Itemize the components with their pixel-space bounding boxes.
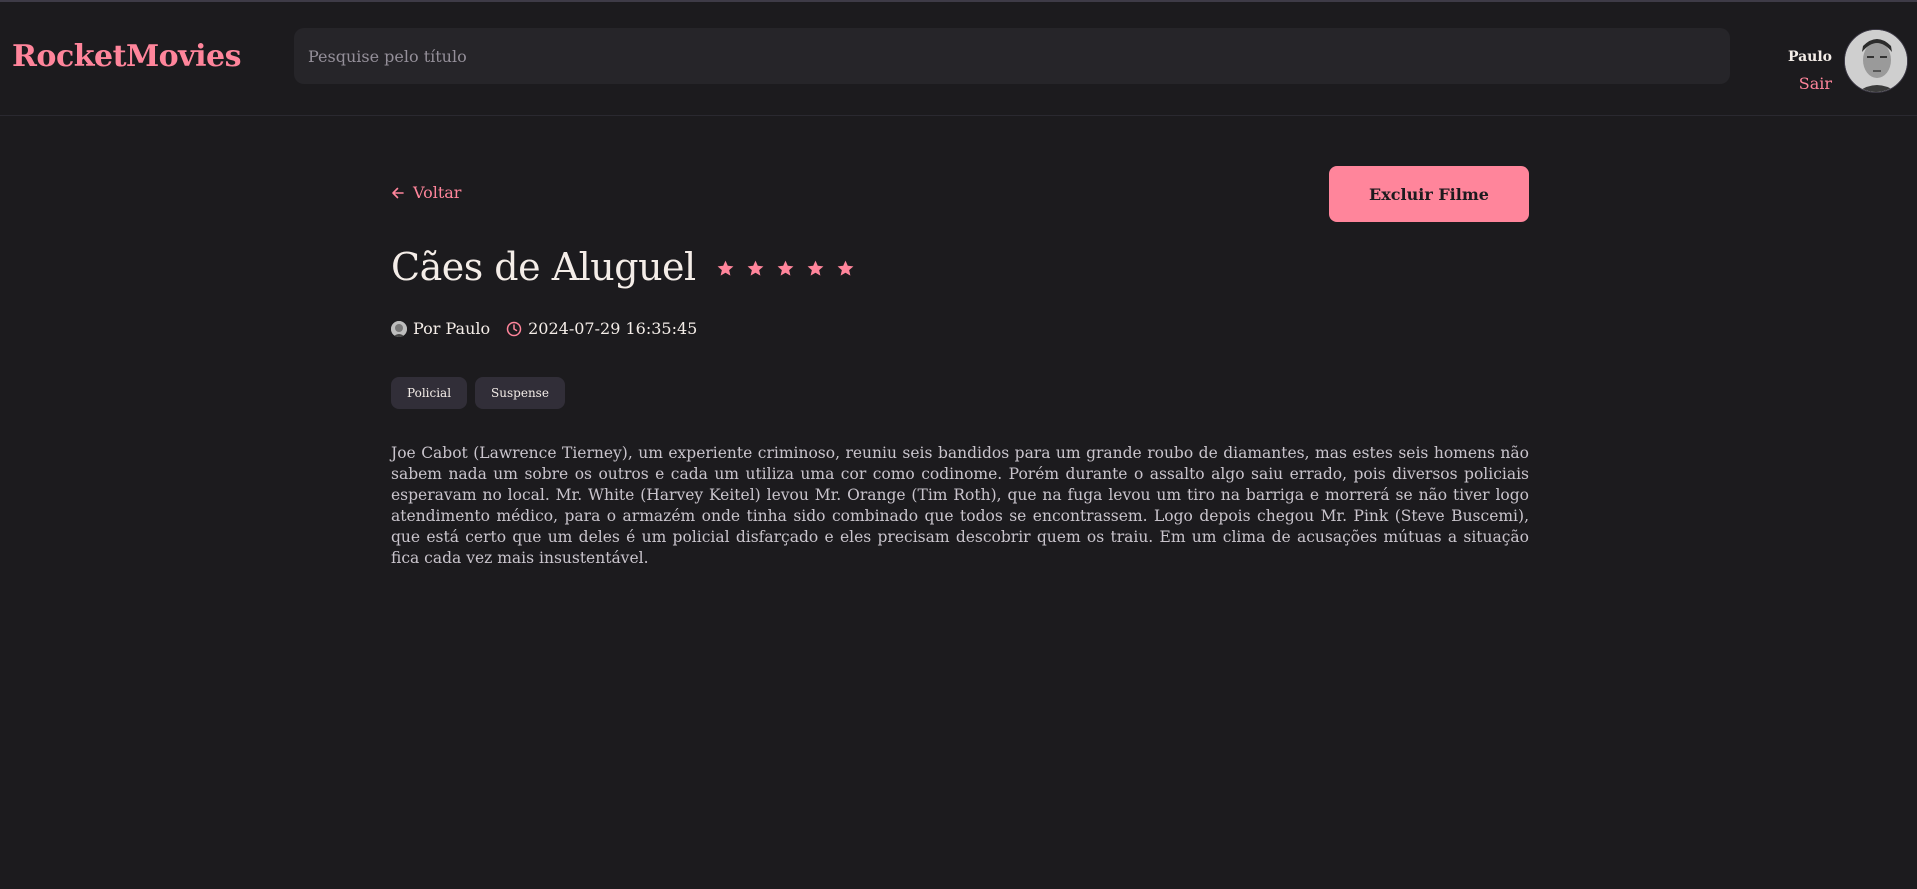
avatar-image <box>1845 30 1907 92</box>
star-filled-icon <box>777 260 794 276</box>
user-name: Paulo <box>1787 49 1832 65</box>
movie-title: Cães de Aluguel <box>391 245 696 289</box>
back-label: Voltar <box>413 183 462 202</box>
arrow-left-icon <box>392 187 404 198</box>
clock-icon <box>506 321 522 336</box>
search-bar[interactable] <box>294 28 1730 84</box>
author-label: Por Paulo <box>413 319 491 338</box>
tag-item: Policial <box>391 377 468 409</box>
tag-item: Suspense <box>475 377 565 409</box>
created-datetime: 2024-07-29 16:35:45 <box>528 319 698 338</box>
star-filled-icon <box>807 260 824 276</box>
author-avatar-image <box>391 320 407 337</box>
star-filled-icon <box>717 260 734 276</box>
delete-movie-button[interactable]: Excluir Filme <box>1329 166 1529 222</box>
author-avatar <box>391 320 407 337</box>
user-avatar[interactable] <box>1844 29 1908 93</box>
star-filled-icon <box>747 260 764 276</box>
movie-meta: Por Paulo 2024-07-29 16:35:45 <box>391 319 697 338</box>
app-logo[interactable]: RocketMovies <box>12 39 241 74</box>
app-header: RocketMovies Paulo Sair <box>0 2 1917 116</box>
logout-link[interactable]: Sair <box>1799 74 1832 93</box>
movie-description: Joe Cabot (Lawrence Tierney), um experie… <box>391 444 1529 567</box>
star-filled-icon <box>837 260 854 276</box>
tag-list: Policial Suspense <box>391 377 565 409</box>
back-link[interactable]: Voltar <box>391 183 461 202</box>
search-input[interactable] <box>306 45 1730 67</box>
rating-stars <box>716 259 855 278</box>
title-row: Cães de Aluguel <box>391 245 855 289</box>
